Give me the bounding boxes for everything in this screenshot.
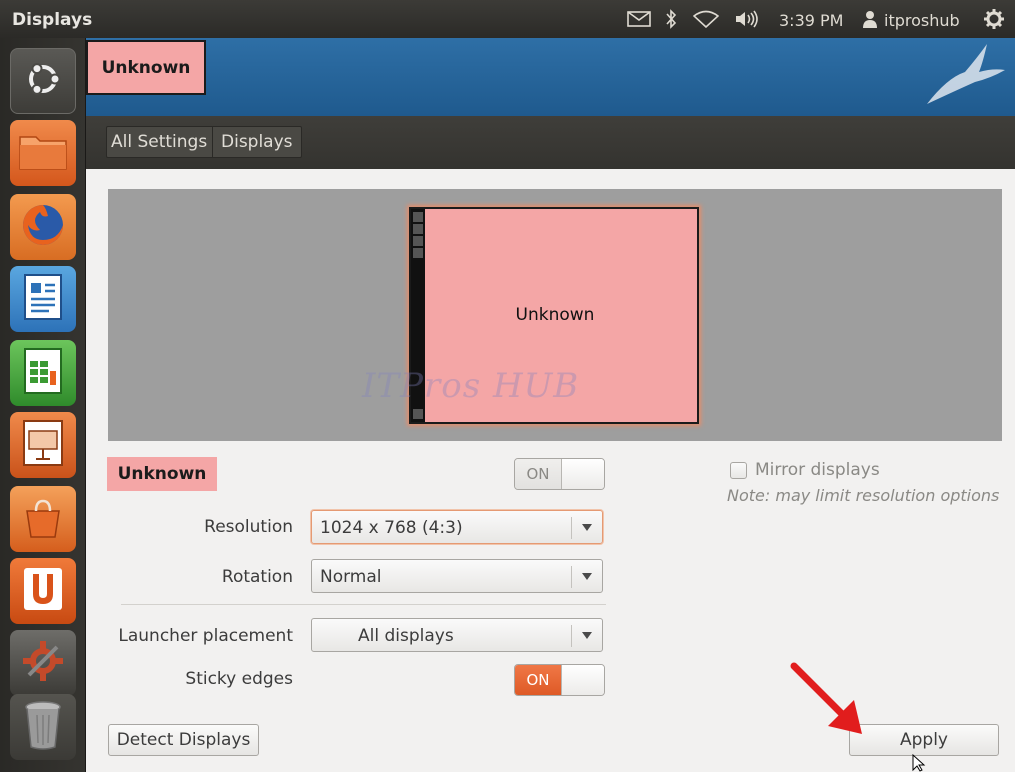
firefox-button[interactable] [10,194,76,260]
launcher-placement-dropdown[interactable]: All displays [311,618,603,652]
software-center-button[interactable] [10,486,76,552]
mirror-displays-checkbox[interactable] [730,462,747,479]
mail-icon[interactable] [626,9,652,29]
monitor-preview-label: Unknown [515,305,595,325]
dash-home-button[interactable] [10,48,76,114]
red-arrow-annotation [790,662,862,734]
volume-icon[interactable] [733,9,761,29]
user-icon[interactable] [861,9,879,29]
ubuntu-one-button[interactable] [10,558,76,624]
display-power-switch[interactable]: ON [514,458,605,490]
rotation-dropdown[interactable]: Normal [311,559,603,593]
watermark: ITPros HUB [362,366,580,406]
display-name-label: Unknown [107,457,217,491]
sticky-edges-switch[interactable]: ON [514,664,605,696]
window-title-tag: Unknown [86,40,206,95]
ubuntu-one-icon [22,566,64,616]
user-name[interactable]: itproshub [884,11,960,30]
chevron-down-icon [582,573,592,580]
resolution-value: 1024 x 768 (4:3) [320,518,463,538]
chevron-down-icon [582,632,592,639]
launcher-placement-value: All displays [358,626,454,646]
impress-icon [22,419,64,471]
wifi-icon[interactable] [692,9,720,29]
section-separator [121,604,606,605]
chevron-down-icon [582,524,592,531]
ubuntu-logo-icon [21,57,65,105]
impress-button[interactable] [10,412,76,478]
app-title: Displays [12,10,93,30]
sticky-edges-switch-label: ON [515,665,561,695]
calc-icon [23,347,63,399]
launcher [0,38,86,772]
gear-icon[interactable] [982,9,1006,29]
desktop-wallpaper [86,38,1015,116]
files-button[interactable] [10,120,76,186]
detect-displays-button[interactable]: Detect Displays [108,724,259,756]
mirror-displays-note: Note: may limit resolution options [727,486,1000,505]
top-panel: Displays 3:39 PM itproshub [0,0,1015,38]
apply-button[interactable]: Apply [849,724,999,756]
rotation-value: Normal [320,567,382,587]
breadcrumb-displays[interactable]: Displays [212,126,302,158]
switch-knob [561,665,604,695]
breadcrumb-all-settings[interactable]: All Settings [106,126,215,158]
trash-button[interactable] [10,694,76,760]
resolution-label: Resolution [204,517,293,537]
system-settings-button[interactable] [10,630,76,696]
trash-icon [23,699,63,755]
sticky-edges-label: Sticky edges [185,669,293,689]
writer-button[interactable] [10,266,76,332]
writer-icon [23,273,63,325]
rotation-label: Rotation [221,567,293,587]
settings-icon [19,637,67,689]
bird-decoration [927,44,1005,104]
resolution-dropdown[interactable]: 1024 x 768 (4:3) [311,510,603,544]
mouse-cursor-icon [912,754,926,772]
clock[interactable]: 3:39 PM [779,11,843,30]
calc-button[interactable] [10,340,76,406]
folder-icon [18,131,68,175]
mirror-displays-label[interactable]: Mirror displays [755,460,880,480]
shopping-bag-icon [19,493,67,545]
bluetooth-icon[interactable] [663,9,679,29]
display-power-switch-label: ON [515,459,561,489]
launcher-placement-label: Launcher placement [118,626,293,646]
switch-knob [561,459,604,489]
firefox-icon [18,200,68,254]
